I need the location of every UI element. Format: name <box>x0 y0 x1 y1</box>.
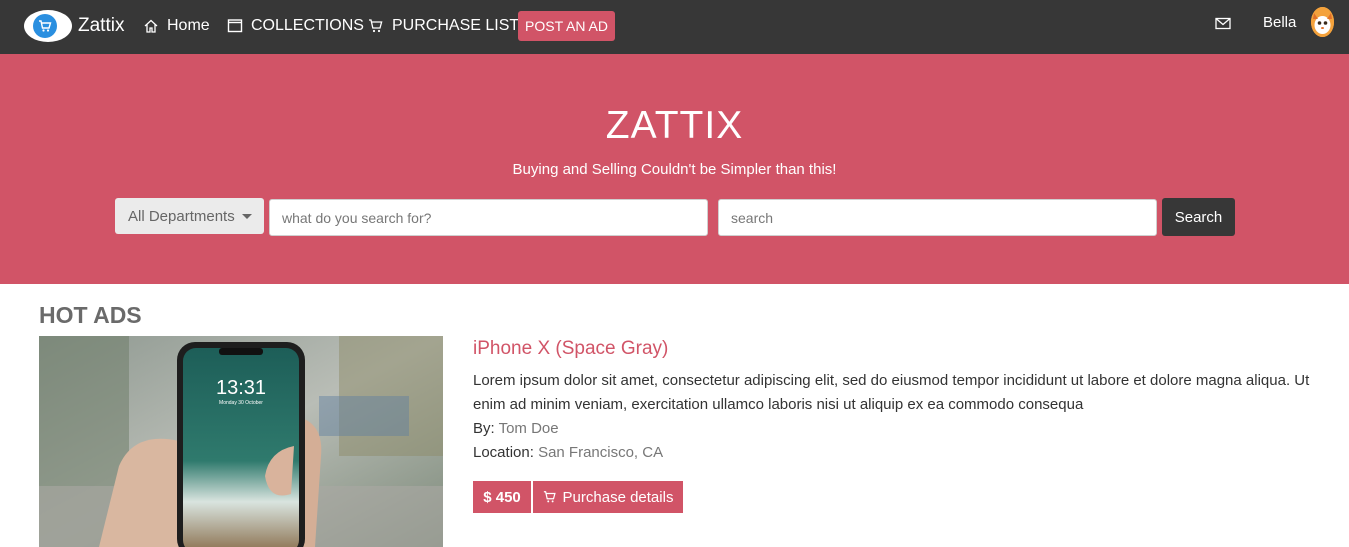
ad-location-value: San Francisco, CA <box>538 444 664 461</box>
ad-location: Location: San Francisco, CA <box>473 444 663 461</box>
department-dropdown-label: All Departments <box>128 207 235 225</box>
purchase-details-button[interactable]: Purchase details <box>533 481 683 513</box>
hot-ads-title: HOT ADS <box>39 302 142 328</box>
ad-location-label: Location: <box>473 444 534 461</box>
department-dropdown[interactable]: All Departments <box>115 198 264 234</box>
avatar-icon <box>1311 7 1334 37</box>
navbar: Zattix Home COLLECTIONS PURCHASE LIST PO… <box>0 0 1349 54</box>
cart-icon <box>369 19 383 33</box>
ad-title[interactable]: iPhone X (Space Gray) <box>473 338 668 360</box>
avatar[interactable] <box>1311 7 1334 37</box>
search-button[interactable]: Search <box>1162 198 1235 236</box>
search-query-input[interactable] <box>269 199 708 236</box>
ad-seller-label: By: <box>473 420 495 437</box>
phone-photo: 13:31 Monday 30 October <box>39 336 443 547</box>
phone-date: Monday 30 October <box>219 400 263 406</box>
user-name[interactable]: Bella <box>1263 14 1296 31</box>
brand-link[interactable]: Zattix <box>24 10 124 42</box>
nav-purchase-list[interactable]: PURCHASE LIST <box>368 15 519 37</box>
hero-banner: ZATTIX Buying and Selling Couldn't be Si… <box>0 54 1349 284</box>
hero-title: ZATTIX <box>605 104 744 147</box>
post-ad-button[interactable]: POST AN AD <box>518 11 615 41</box>
price-badge: $ 450 <box>473 481 531 513</box>
cart-icon <box>543 491 556 503</box>
tablet-icon <box>227 19 243 33</box>
home-icon <box>144 19 158 33</box>
hero-subtitle: Buying and Selling Couldn't be Simpler t… <box>512 161 837 178</box>
purchase-details-label: Purchase details <box>562 488 674 506</box>
brand-logo <box>24 10 72 42</box>
mail-icon[interactable] <box>1215 17 1231 30</box>
cart-icon <box>39 20 52 32</box>
ad-image[interactable]: 13:31 Monday 30 October <box>39 336 443 547</box>
phone-time: 13:31 <box>216 377 266 399</box>
nav-collections[interactable]: COLLECTIONS <box>227 15 364 37</box>
nav-home[interactable]: Home <box>143 15 210 37</box>
ad-seller-name: Tom Doe <box>498 420 559 437</box>
nav-collections-label: COLLECTIONS <box>251 17 364 34</box>
ad-description: Lorem ipsum dolor sit amet, consectetur … <box>473 372 1310 413</box>
ad-seller: By: Tom Doe <box>473 420 559 437</box>
caret-down-icon <box>241 213 252 219</box>
search-location-input[interactable] <box>718 199 1157 236</box>
brand-name: Zattix <box>78 15 125 36</box>
nav-home-label: Home <box>167 17 210 34</box>
nav-purchase-list-label: PURCHASE LIST <box>392 17 520 34</box>
